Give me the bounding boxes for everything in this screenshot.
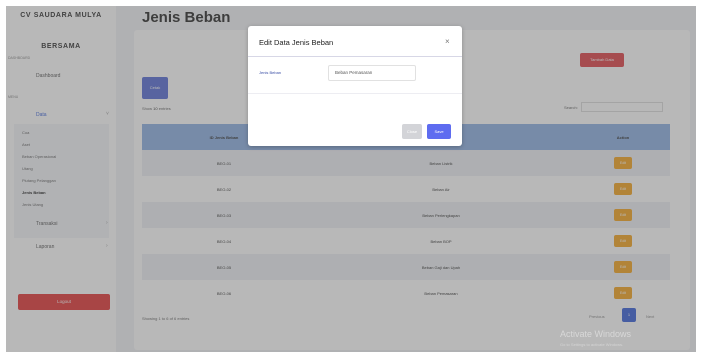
app-window: CV SAUDARA MULYA BERSAMA Dashboard Dashb… <box>6 6 696 352</box>
activation-watermark-subtitle: Go to Settings to activate Windows. <box>560 342 624 347</box>
jenis-beban-input[interactable]: Beban Pemasaran <box>328 65 416 81</box>
jenis-beban-label: Jenis Beban <box>259 70 282 75</box>
close-icon[interactable]: × <box>445 37 450 46</box>
modal-title: Edit Data Jenis Beban <box>259 38 334 47</box>
save-button[interactable]: Save <box>427 124 451 139</box>
close-button[interactable]: Close <box>402 124 422 139</box>
activation-watermark-title: Activate Windows <box>560 329 632 339</box>
edit-modal: Edit Data Jenis Beban × Jenis Beban Beba… <box>248 26 462 146</box>
modal-body-divider <box>248 93 462 94</box>
modal-header-divider <box>248 56 462 57</box>
